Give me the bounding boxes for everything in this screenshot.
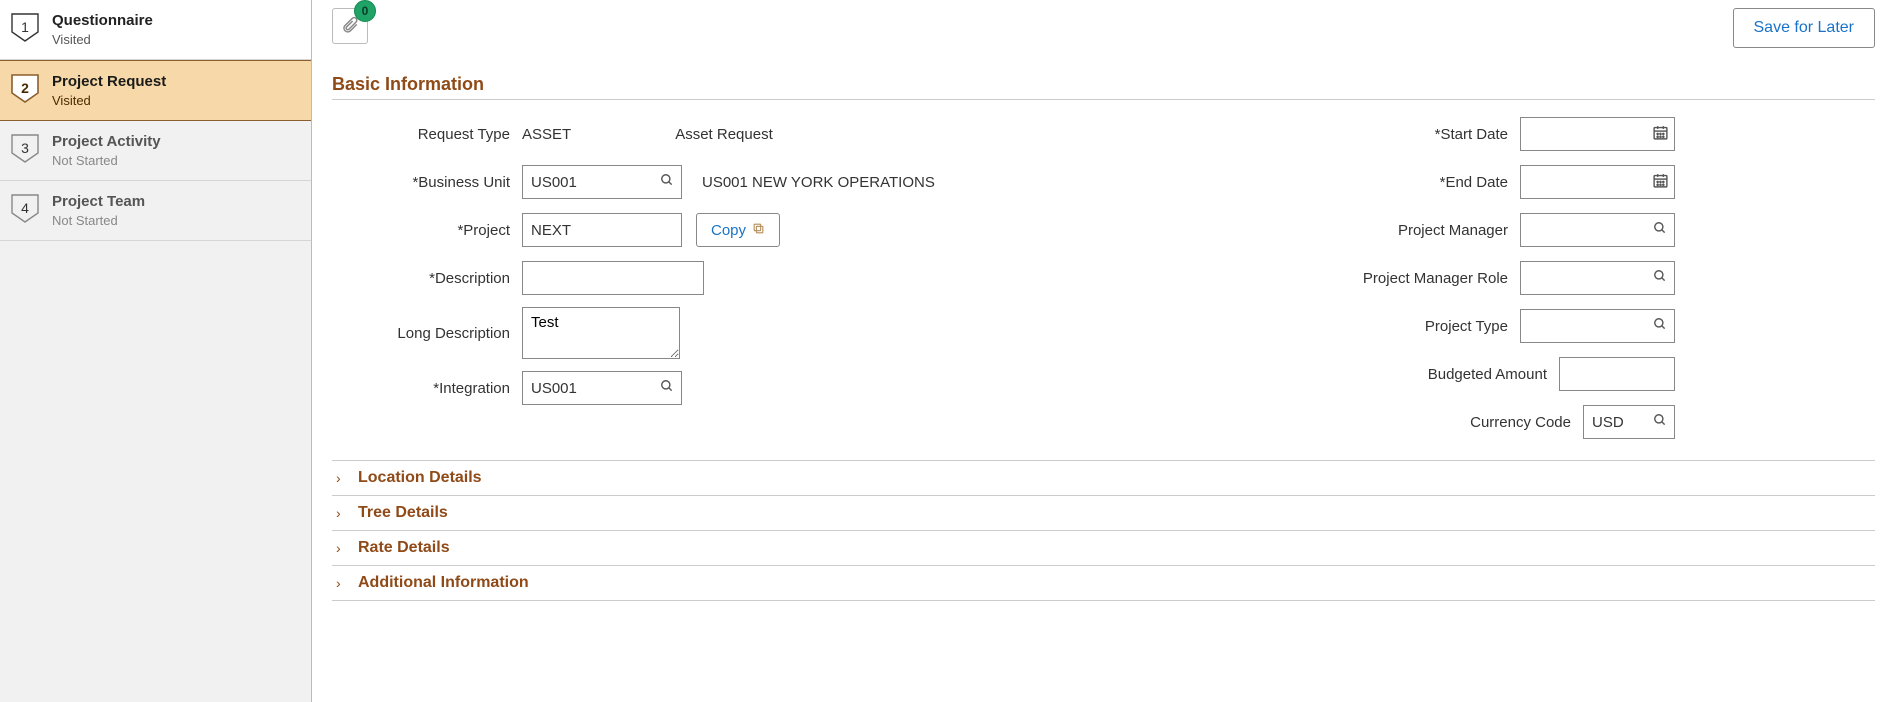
long-description-label: Long Description xyxy=(332,325,522,342)
top-bar: 0 Save for Later xyxy=(332,8,1875,44)
step-badge: 1 xyxy=(10,12,40,42)
copy-button-label: Copy xyxy=(711,222,746,239)
project-input[interactable] xyxy=(522,213,682,247)
accordion-tree-details[interactable]: › Tree Details xyxy=(332,495,1875,530)
project-manager-role-label: Project Manager Role xyxy=(1355,270,1520,287)
business-unit-description: US001 NEW YORK OPERATIONS xyxy=(702,174,935,191)
budgeted-amount-label: Budgeted Amount xyxy=(1355,366,1559,383)
end-date-label: *End Date xyxy=(1355,174,1520,191)
chevron-right-icon: › xyxy=(336,575,350,591)
attachment-count-badge: 0 xyxy=(354,0,376,22)
budgeted-amount-input[interactable] xyxy=(1559,357,1675,391)
integration-label: *Integration xyxy=(332,380,522,397)
start-date-input[interactable] xyxy=(1520,117,1675,151)
step-status: Not Started xyxy=(52,153,161,168)
step-project-team[interactable]: 4 Project Team Not Started xyxy=(0,181,311,241)
step-title: Project Request xyxy=(52,73,166,91)
step-questionnaire[interactable]: 1 Questionnaire Visited xyxy=(0,0,311,60)
step-status: Not Started xyxy=(52,213,145,228)
copy-button[interactable]: Copy xyxy=(696,213,780,247)
project-label: *Project xyxy=(332,222,522,239)
step-title: Project Team xyxy=(52,193,145,211)
step-number: 4 xyxy=(21,200,29,216)
step-title: Questionnaire xyxy=(52,12,153,30)
project-manager-input[interactable] xyxy=(1520,213,1675,247)
chevron-right-icon: › xyxy=(336,540,350,556)
description-label: *Description xyxy=(332,270,522,287)
step-project-activity[interactable]: 3 Project Activity Not Started xyxy=(0,121,311,181)
description-input[interactable] xyxy=(522,261,704,295)
project-type-label: Project Type xyxy=(1355,318,1520,335)
request-type-value: ASSET xyxy=(522,126,571,143)
project-manager-role-input[interactable] xyxy=(1520,261,1675,295)
business-unit-input[interactable] xyxy=(522,165,682,199)
step-badge: 4 xyxy=(10,193,40,223)
project-manager-label: Project Manager xyxy=(1355,222,1520,239)
copy-icon xyxy=(752,222,765,238)
currency-code-input[interactable] xyxy=(1583,405,1675,439)
accordion-title: Rate Details xyxy=(358,539,450,557)
accordion-title: Tree Details xyxy=(358,504,448,522)
request-type-description: Asset Request xyxy=(675,126,773,143)
project-type-input[interactable] xyxy=(1520,309,1675,343)
long-description-input[interactable] xyxy=(522,307,680,359)
accordion-location-details[interactable]: › Location Details xyxy=(332,460,1875,495)
step-number: 1 xyxy=(21,19,29,35)
accordion-additional-information[interactable]: › Additional Information xyxy=(332,565,1875,601)
business-unit-label: *Business Unit xyxy=(332,174,522,191)
chevron-right-icon: › xyxy=(336,470,350,486)
attachments-button[interactable]: 0 xyxy=(332,8,368,44)
end-date-input[interactable] xyxy=(1520,165,1675,199)
currency-code-label: Currency Code xyxy=(1355,414,1583,431)
step-badge: 2 xyxy=(10,73,40,103)
accordion-title: Additional Information xyxy=(358,574,529,592)
accordion-title: Location Details xyxy=(358,469,482,487)
main-content: 0 Save for Later Basic Information Reque… xyxy=(312,0,1903,702)
step-badge: 3 xyxy=(10,133,40,163)
step-title: Project Activity xyxy=(52,133,161,151)
step-number: 2 xyxy=(21,80,29,96)
start-date-label: *Start Date xyxy=(1355,126,1520,143)
step-status: Visited xyxy=(52,93,166,108)
request-type-label: Request Type xyxy=(332,126,522,143)
accordion-rate-details[interactable]: › Rate Details xyxy=(332,530,1875,565)
step-project-request[interactable]: 2 Project Request Visited xyxy=(0,60,311,121)
step-number: 3 xyxy=(21,140,29,156)
chevron-right-icon: › xyxy=(336,505,350,521)
step-status: Visited xyxy=(52,32,153,47)
save-for-later-button[interactable]: Save for Later xyxy=(1733,8,1876,48)
basic-information-header: Basic Information xyxy=(332,74,1875,100)
integration-input[interactable] xyxy=(522,371,682,405)
wizard-sidebar: 1 Questionnaire Visited 2 Project Reques… xyxy=(0,0,312,702)
